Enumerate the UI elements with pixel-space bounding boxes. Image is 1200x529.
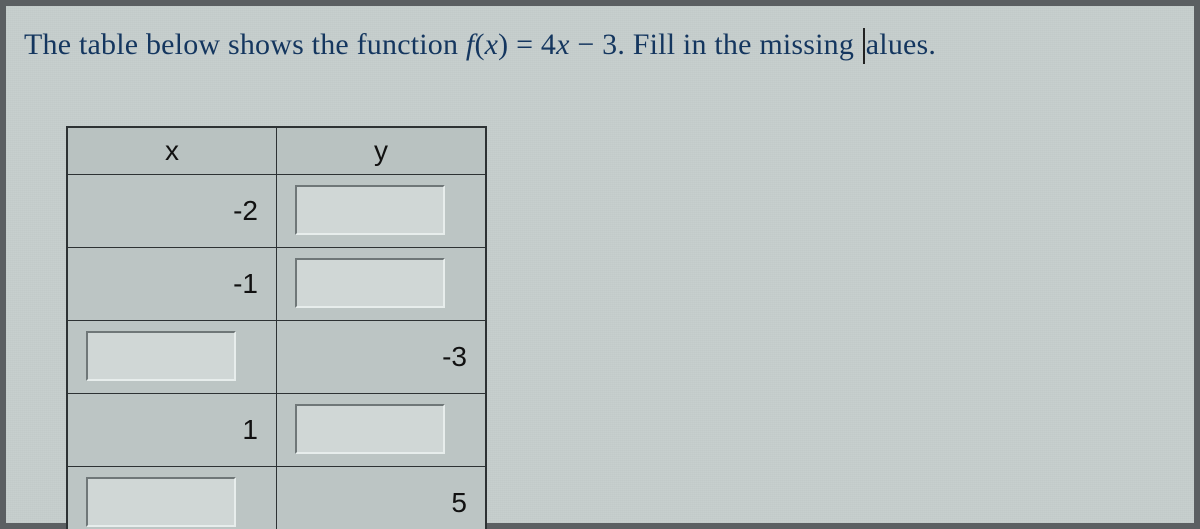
answer-input-box bbox=[295, 404, 445, 454]
function-table: x y -2 -1 bbox=[66, 126, 487, 529]
cell-y: 5 bbox=[277, 467, 487, 529]
prompt-before: The table below shows the function bbox=[24, 28, 466, 61]
prompt-text: The table below shows the function f(x) … bbox=[24, 28, 1176, 64]
text-caret-icon bbox=[863, 28, 865, 64]
rhs-rest: − 3. Fill in the missing bbox=[570, 28, 862, 61]
table-row: 5 bbox=[67, 467, 486, 529]
cell-value: 5 bbox=[451, 487, 467, 518]
fn-x: x bbox=[485, 28, 499, 61]
table-row: -2 bbox=[67, 175, 486, 248]
cell-x bbox=[67, 467, 277, 529]
cell-value: -1 bbox=[233, 268, 258, 299]
eq-sign: = bbox=[516, 28, 541, 61]
table-header-row: x y bbox=[67, 127, 486, 175]
cell-value: -2 bbox=[233, 195, 258, 226]
cell-x: -1 bbox=[67, 248, 277, 321]
answer-input[interactable] bbox=[88, 333, 234, 379]
prompt-after-caret: alues. bbox=[866, 28, 936, 61]
col-header-y: y bbox=[277, 127, 487, 175]
rhs-coeff: 4 bbox=[541, 28, 556, 61]
cell-x: -2 bbox=[67, 175, 277, 248]
table-row: 1 bbox=[67, 394, 486, 467]
worksheet-frame: The table below shows the function f(x) … bbox=[0, 0, 1200, 529]
cell-y bbox=[277, 248, 487, 321]
table-row: -3 bbox=[67, 321, 486, 394]
fn-open: ( bbox=[474, 28, 484, 61]
cell-y bbox=[277, 394, 487, 467]
answer-input-box bbox=[295, 258, 445, 308]
answer-input[interactable] bbox=[88, 479, 234, 525]
table-row: -1 bbox=[67, 248, 486, 321]
cell-y: -3 bbox=[277, 321, 487, 394]
answer-input-box bbox=[295, 185, 445, 235]
cell-y bbox=[277, 175, 487, 248]
col-header-x: x bbox=[67, 127, 277, 175]
cell-value: -3 bbox=[442, 341, 467, 372]
answer-input[interactable] bbox=[297, 260, 443, 306]
answer-input[interactable] bbox=[297, 187, 443, 233]
cell-x: 1 bbox=[67, 394, 277, 467]
cell-value: 1 bbox=[242, 414, 258, 445]
answer-input-box bbox=[86, 477, 236, 527]
fn-close: ) bbox=[498, 28, 508, 61]
rhs-var: x bbox=[556, 28, 570, 61]
answer-input-box bbox=[86, 331, 236, 381]
answer-input[interactable] bbox=[297, 406, 443, 452]
cell-x bbox=[67, 321, 277, 394]
